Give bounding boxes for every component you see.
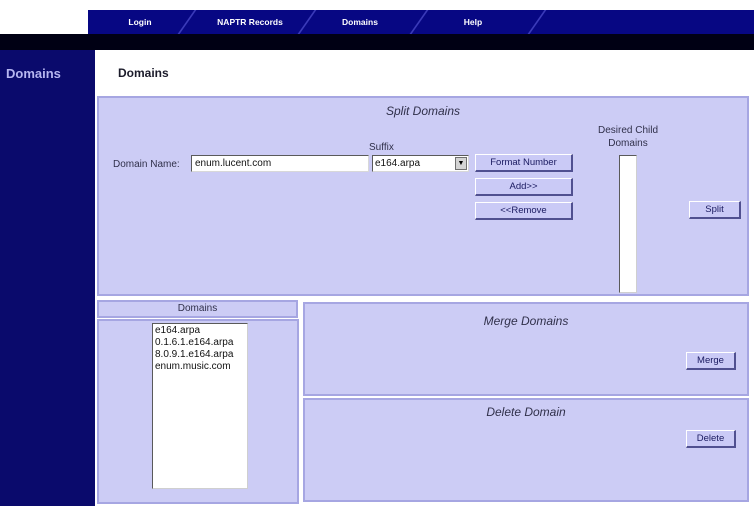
sidebar-title: Domains <box>6 66 61 81</box>
nav-tab-bar: Login NAPTR Records Domains Help <box>88 10 754 34</box>
list-item[interactable]: enum.music.com <box>153 361 247 373</box>
tab-domains[interactable]: Domains <box>320 10 400 34</box>
suffix-label: Suffix <box>369 142 394 153</box>
tab-separator <box>297 10 317 34</box>
desired-child-label-line1: Desired Child <box>597 125 659 136</box>
chevron-down-icon[interactable]: ▼ <box>455 157 467 170</box>
merge-domains-panel: Merge Domains Merge <box>303 302 749 396</box>
domains-list-header: Domains <box>97 300 298 318</box>
sidebar: Domains <box>0 50 95 506</box>
suffix-selected-value: e164.arpa <box>375 158 421 169</box>
add-button[interactable]: Add>> <box>475 178 573 196</box>
domains-list-panel: e164.arpa 0.1.6.1.e164.arpa 8.0.9.1.e164… <box>97 319 299 504</box>
split-button[interactable]: Split <box>689 201 741 219</box>
tab-separator <box>527 10 547 34</box>
list-item[interactable]: e164.arpa <box>153 325 247 337</box>
tab-separator <box>177 10 197 34</box>
header-band <box>0 34 754 50</box>
desired-child-label-line2: Domains <box>608 138 648 149</box>
list-item[interactable]: 8.0.9.1.e164.arpa <box>153 349 247 361</box>
delete-domain-panel: Delete Domain Delete <box>303 398 749 502</box>
remove-button[interactable]: <<Remove <box>475 202 573 220</box>
format-number-button[interactable]: Format Number <box>475 154 573 172</box>
desired-child-domains-label: Desired Child Domains <box>583 124 673 150</box>
domains-listbox[interactable]: e164.arpa 0.1.6.1.e164.arpa 8.0.9.1.e164… <box>152 323 248 489</box>
list-item[interactable]: 0.1.6.1.e164.arpa <box>153 337 247 349</box>
merge-button[interactable]: Merge <box>686 352 736 370</box>
delete-domain-title: Delete Domain <box>486 405 566 419</box>
domain-name-label: Domain Name: <box>113 159 180 170</box>
tab-login[interactable]: Login <box>110 10 170 34</box>
delete-button[interactable]: Delete <box>686 430 736 448</box>
split-domains-title: Split Domains <box>385 104 461 118</box>
tab-separator <box>409 10 429 34</box>
tab-naptr-records[interactable]: NAPTR Records <box>200 10 300 34</box>
suffix-select[interactable]: e164.arpa ▼ <box>372 155 469 172</box>
merge-domains-title: Merge Domains <box>483 314 569 328</box>
desired-child-domains-list[interactable] <box>619 155 637 293</box>
split-domains-panel: Split Domains Suffix Domain Name: e164.a… <box>97 96 749 296</box>
tab-help[interactable]: Help <box>438 10 508 34</box>
page-title: Domains <box>118 66 169 80</box>
domain-name-input[interactable] <box>191 155 369 172</box>
